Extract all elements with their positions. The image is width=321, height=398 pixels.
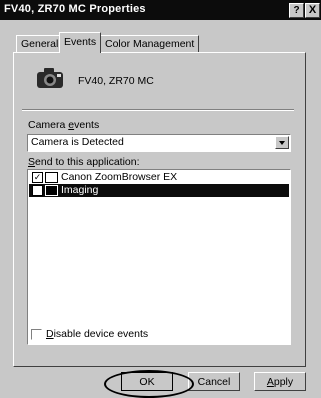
- checkbox[interactable]: ✓: [32, 172, 43, 183]
- camera-events-value: Camera is Detected: [31, 136, 124, 148]
- application-name: Canon ZoomBrowser EX: [61, 171, 178, 183]
- device-name: FV40, ZR70 MC: [78, 75, 154, 87]
- send-to-label: Send to this application:: [28, 156, 140, 168]
- close-button[interactable]: X: [305, 3, 320, 18]
- list-item[interactable]: ✓ Canon ZoomBrowser EX: [29, 171, 289, 184]
- disable-events-checkbox[interactable]: [31, 329, 42, 340]
- tab-color-management[interactable]: Color Management: [100, 35, 200, 53]
- window-title: FV40, ZR70 MC Properties: [4, 3, 146, 15]
- list-item[interactable]: Imaging: [29, 184, 289, 197]
- checkbox[interactable]: [32, 185, 43, 196]
- chevron-down-icon[interactable]: [275, 136, 289, 149]
- application-list[interactable]: ✓ Canon ZoomBrowser EX Imaging: [27, 169, 291, 345]
- events-panel: FV40, ZR70 MC Camera events Camera is De…: [13, 52, 306, 367]
- ok-button[interactable]: OK: [121, 372, 173, 391]
- help-button[interactable]: ?: [289, 3, 304, 18]
- disable-events-label[interactable]: Disable device events: [46, 328, 148, 340]
- title-bar[interactable]: FV40, ZR70 MC Properties ? X: [0, 0, 321, 20]
- properties-window: FV40, ZR70 MC Properties ? X General Eve…: [0, 0, 321, 398]
- camera-events-dropdown[interactable]: Camera is Detected: [27, 134, 291, 152]
- camera-events-label: Camera events: [28, 119, 100, 131]
- cancel-button[interactable]: Cancel: [188, 372, 240, 391]
- apply-button[interactable]: Apply: [254, 372, 306, 391]
- application-icon: [45, 172, 58, 183]
- camera-icon: [37, 68, 63, 88]
- tab-general[interactable]: General: [16, 35, 64, 53]
- application-name: Imaging: [61, 184, 99, 196]
- tab-events[interactable]: Events: [59, 32, 102, 53]
- application-icon: [45, 185, 58, 196]
- separator: [22, 109, 294, 111]
